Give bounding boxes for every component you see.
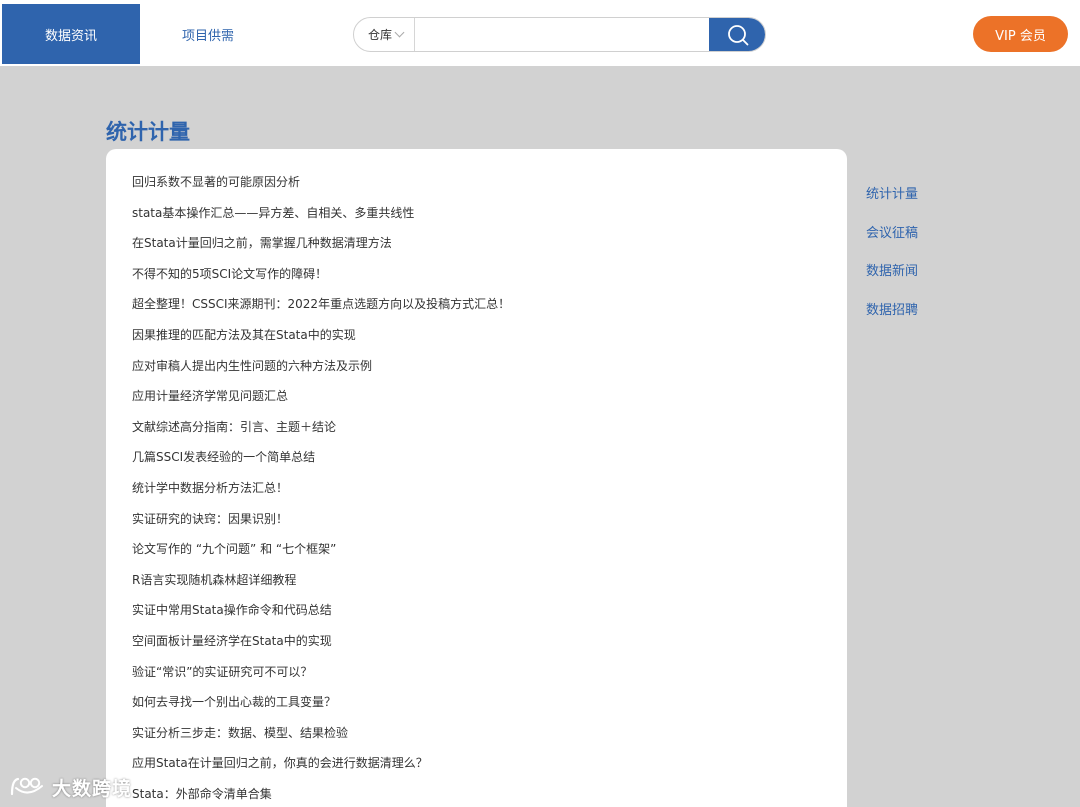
- article-link[interactable]: 回归系数不显著的可能原因分析: [132, 172, 510, 203]
- search-category-label: 仓库: [368, 28, 393, 42]
- article-link[interactable]: 实证研究的诀窍：因果识别！: [132, 509, 510, 540]
- article-list: 回归系数不显著的可能原因分析 stata基本操作汇总——异方差、自相关、多重共线…: [132, 172, 510, 807]
- sidebar-item-statistics[interactable]: 统计计量: [866, 183, 918, 222]
- page-title: 统计计量: [106, 120, 190, 144]
- article-link[interactable]: 不得不知的5项SCI论文写作的障碍！: [132, 264, 510, 295]
- search-icon: [727, 24, 748, 45]
- article-list-card: 回归系数不显著的可能原因分析 stata基本操作汇总——异方差、自相关、多重共线…: [106, 149, 847, 807]
- nav-tab-project-supply[interactable]: 项目供需: [140, 4, 276, 64]
- article-link[interactable]: 实证分析三步走：数据、模型、结果检验: [132, 723, 510, 754]
- article-link[interactable]: 应用计量经济学常见问题汇总: [132, 386, 510, 417]
- article-link[interactable]: Stata：外部命令清单合集: [132, 784, 510, 807]
- article-link[interactable]: 在Stata计量回归之前，需掌握几种数据清理方法: [132, 233, 510, 264]
- article-link[interactable]: 应对审稿人提出内生性问题的六种方法及示例: [132, 356, 510, 387]
- search-bar: 仓库: [353, 17, 766, 52]
- article-link[interactable]: 空间面板计量经济学在Stata中的实现: [132, 631, 510, 662]
- article-link[interactable]: 验证“常识”的实证研究可不可以？: [132, 662, 510, 693]
- article-link[interactable]: stata基本操作汇总——异方差、自相关、多重共线性: [132, 203, 510, 234]
- category-sidebar: 统计计量 会议征稿 数据新闻 数据招聘: [866, 183, 918, 338]
- article-link[interactable]: 因果推理的匹配方法及其在Stata中的实现: [132, 325, 510, 356]
- article-link[interactable]: 如何去寻找一个别出心裁的工具变量？: [132, 692, 510, 723]
- sidebar-item-data-jobs[interactable]: 数据招聘: [866, 299, 918, 338]
- vip-member-button[interactable]: VIP 会员: [973, 16, 1068, 52]
- article-link[interactable]: 论文写作的 “九个问题” 和 “七个框架”: [132, 539, 510, 570]
- chevron-down-icon: [394, 27, 405, 38]
- search-input[interactable]: [416, 18, 708, 51]
- article-link[interactable]: 文献综述高分指南：引言、主题＋结论: [132, 417, 510, 448]
- article-link[interactable]: 几篇SSCI发表经验的一个简单总结: [132, 447, 510, 478]
- article-link[interactable]: 超全整理！CSSCI来源期刊：2022年重点选题方向以及投稿方式汇总！: [132, 294, 510, 325]
- watermark: 大数跨境: [8, 772, 132, 802]
- nav-tab-data-news[interactable]: 数据资讯: [2, 4, 140, 64]
- sidebar-item-call-for-papers[interactable]: 会议征稿: [866, 222, 918, 261]
- top-header: 数据资讯 项目供需 仓库 VIP 会员: [0, 0, 1080, 66]
- search-button[interactable]: [709, 18, 765, 51]
- sidebar-item-data-news[interactable]: 数据新闻: [866, 260, 918, 299]
- article-link[interactable]: 统计学中数据分析方法汇总！: [132, 478, 510, 509]
- search-category-select[interactable]: 仓库: [354, 18, 415, 51]
- article-link[interactable]: R语言实现随机森林超详细教程: [132, 570, 510, 601]
- watermark-text: 大数跨境: [52, 777, 133, 800]
- article-link[interactable]: 应用Stata在计量回归之前，你真的会进行数据清理么？: [132, 753, 510, 784]
- article-link[interactable]: 实证中常用Stata操作命令和代码总结: [132, 600, 510, 631]
- watermark-logo-icon: [10, 777, 43, 796]
